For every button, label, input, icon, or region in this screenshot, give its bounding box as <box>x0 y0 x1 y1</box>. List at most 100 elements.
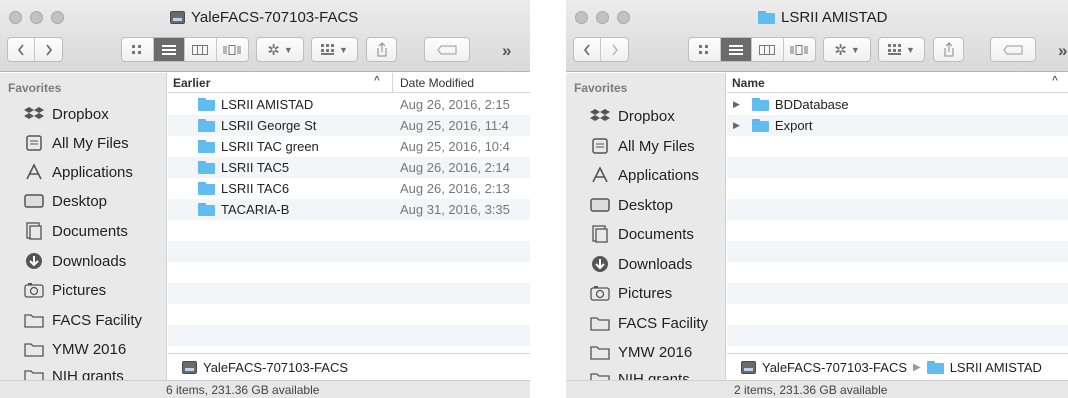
sidebar-item-downloads[interactable]: Downloads <box>590 255 692 273</box>
dropbox-icon <box>590 107 610 125</box>
close-button[interactable] <box>9 11 22 24</box>
coverflow-view-button[interactable] <box>217 38 248 61</box>
arrange-menu-button[interactable]: ▼ <box>878 37 925 62</box>
path-separator-icon: ▶ <box>913 361 921 373</box>
disclosure-triangle-icon[interactable]: ▶ <box>733 120 740 131</box>
empty-row <box>168 262 530 283</box>
tags-button[interactable] <box>990 37 1036 62</box>
list-icon <box>161 44 176 55</box>
chevron-right-icon <box>611 44 618 55</box>
action-menu-button[interactable]: ✲ ▼ <box>256 37 304 62</box>
finder-window-2: LSRII AMISTAD ✲ ▼ ▼ » Favorites Dropbox … <box>566 0 1068 398</box>
tags-button[interactable] <box>424 37 470 62</box>
list-item[interactable]: LSRII TAC green Aug 25, 2016, 10:4 <box>168 136 530 157</box>
all-files-icon <box>590 137 610 155</box>
sidebar-item-dropbox[interactable]: Dropbox <box>24 105 109 123</box>
window-title: YaleFACS-707103-FACS <box>170 9 358 26</box>
sidebar-item-label: Desktop <box>618 196 674 214</box>
share-button[interactable] <box>366 37 397 62</box>
grid-icon <box>132 44 142 54</box>
list-item[interactable]: LSRII TAC5 Aug 26, 2016, 2:14 <box>168 157 530 178</box>
path-bar: YaleFACS-707103-FACS ▶ LSRII AMISTAD <box>727 353 1068 380</box>
empty-row <box>168 304 530 325</box>
minimize-button[interactable] <box>30 11 43 24</box>
coverflow-view-button[interactable] <box>784 38 815 61</box>
drive-icon <box>170 11 185 24</box>
folder-icon <box>198 140 215 153</box>
view-mode-control <box>121 37 249 62</box>
icon-view-button[interactable] <box>122 38 154 61</box>
favorites-header: Favorites <box>8 81 62 95</box>
close-button[interactable] <box>575 11 588 24</box>
name-column-header[interactable]: Name <box>732 76 765 90</box>
sidebar-item-pictures[interactable]: Pictures <box>590 284 672 302</box>
list-view-button[interactable] <box>720 38 752 61</box>
chevron-down-icon: ▼ <box>850 44 860 55</box>
list-item[interactable]: LSRII AMISTAD Aug 26, 2016, 2:15 <box>168 94 530 115</box>
forward-button[interactable] <box>35 38 62 61</box>
dropbox-icon <box>24 105 44 123</box>
action-menu-button[interactable]: ✲ ▼ <box>823 37 871 62</box>
list-item[interactable]: LSRII George St Aug 25, 2016, 11:4 <box>168 115 530 136</box>
path-item[interactable]: YaleFACS-707103-FACS <box>762 360 907 375</box>
sidebar-item-dropbox[interactable]: Dropbox <box>590 107 675 125</box>
back-forward-control <box>573 37 629 62</box>
folder-icon <box>198 203 215 216</box>
path-item[interactable]: YaleFACS-707103-FACS <box>203 360 348 375</box>
finder-window-1: YaleFACS-707103-FACS ✲ ▼ ▼ » Favorites D… <box>0 0 530 398</box>
sidebar-item-all-my-files[interactable]: All My Files <box>24 134 129 152</box>
list-item[interactable]: TACARIA-B Aug 31, 2016, 3:35 <box>168 199 530 220</box>
sidebar-item-downloads[interactable]: Downloads <box>24 252 126 270</box>
arrange-menu-button[interactable]: ▼ <box>311 37 358 62</box>
toolbar-overflow-button[interactable]: » <box>1058 41 1067 61</box>
disclosure-triangle-icon[interactable]: ▶ <box>733 99 740 110</box>
sidebar-item-facs-facility[interactable]: FACS Facility <box>24 311 142 329</box>
applications-icon <box>590 166 610 184</box>
sidebar-item-ymw-2016[interactable]: YMW 2016 <box>24 340 126 358</box>
sidebar-item-label: YMW 2016 <box>618 343 693 361</box>
list-item[interactable]: LSRII TAC6 Aug 26, 2016, 2:13 <box>168 178 530 199</box>
zoom-button[interactable] <box>51 11 64 24</box>
list-icon <box>728 44 743 55</box>
sidebar-item-documents[interactable]: Documents <box>590 225 694 243</box>
sidebar-item-ymw-2016[interactable]: YMW 2016 <box>590 343 692 361</box>
sidebar-item-pictures[interactable]: Pictures <box>24 281 106 299</box>
column-view-button[interactable] <box>752 38 784 61</box>
back-button[interactable] <box>574 38 602 61</box>
back-button[interactable] <box>8 38 36 61</box>
toolbar-overflow-button[interactable]: » <box>502 41 511 61</box>
date-modified-column-header[interactable]: Date Modified <box>400 76 474 90</box>
forward-button[interactable] <box>601 38 628 61</box>
sidebar-item-label: Pictures <box>618 284 673 302</box>
column-view-button[interactable] <box>185 38 217 61</box>
name-column-header[interactable]: Earlier <box>173 76 210 90</box>
desktop-icon <box>24 192 44 210</box>
sidebar-item-all-my-files[interactable]: All My Files <box>590 137 695 155</box>
list-item[interactable]: ▶ BDDatabase <box>727 94 1068 115</box>
sidebar-item-label: FACS Facility <box>618 314 709 332</box>
sidebar-item-label: Downloads <box>618 255 693 273</box>
path-item[interactable]: LSRII AMISTAD <box>950 360 1042 375</box>
empty-row <box>727 220 1068 241</box>
tag-icon <box>437 45 457 54</box>
list-item[interactable]: ▶ Export <box>727 115 1068 136</box>
share-button[interactable] <box>933 37 964 62</box>
sidebar-item-applications[interactable]: Applications <box>24 163 133 181</box>
list-view-button[interactable] <box>153 38 185 61</box>
icon-view-button[interactable] <box>689 38 721 61</box>
sidebar-item-desktop[interactable]: Desktop <box>24 192 107 210</box>
sort-ascending-icon: ^ <box>374 75 380 86</box>
zoom-button[interactable] <box>617 11 630 24</box>
sidebar-item-desktop[interactable]: Desktop <box>590 196 673 214</box>
sidebar-item-facs-facility[interactable]: FACS Facility <box>590 314 708 332</box>
empty-row <box>727 325 1068 346</box>
downloads-icon <box>590 255 610 273</box>
minimize-button[interactable] <box>596 11 609 24</box>
grid-icon <box>699 44 709 54</box>
toolbar: LSRII AMISTAD ✲ ▼ ▼ » <box>566 0 1068 72</box>
sidebar-item-applications[interactable]: Applications <box>590 166 699 184</box>
gear-icon: ✲ <box>267 41 280 59</box>
sidebar-item-documents[interactable]: Documents <box>24 222 128 240</box>
documents-icon <box>24 222 44 240</box>
drive-icon <box>182 360 197 374</box>
